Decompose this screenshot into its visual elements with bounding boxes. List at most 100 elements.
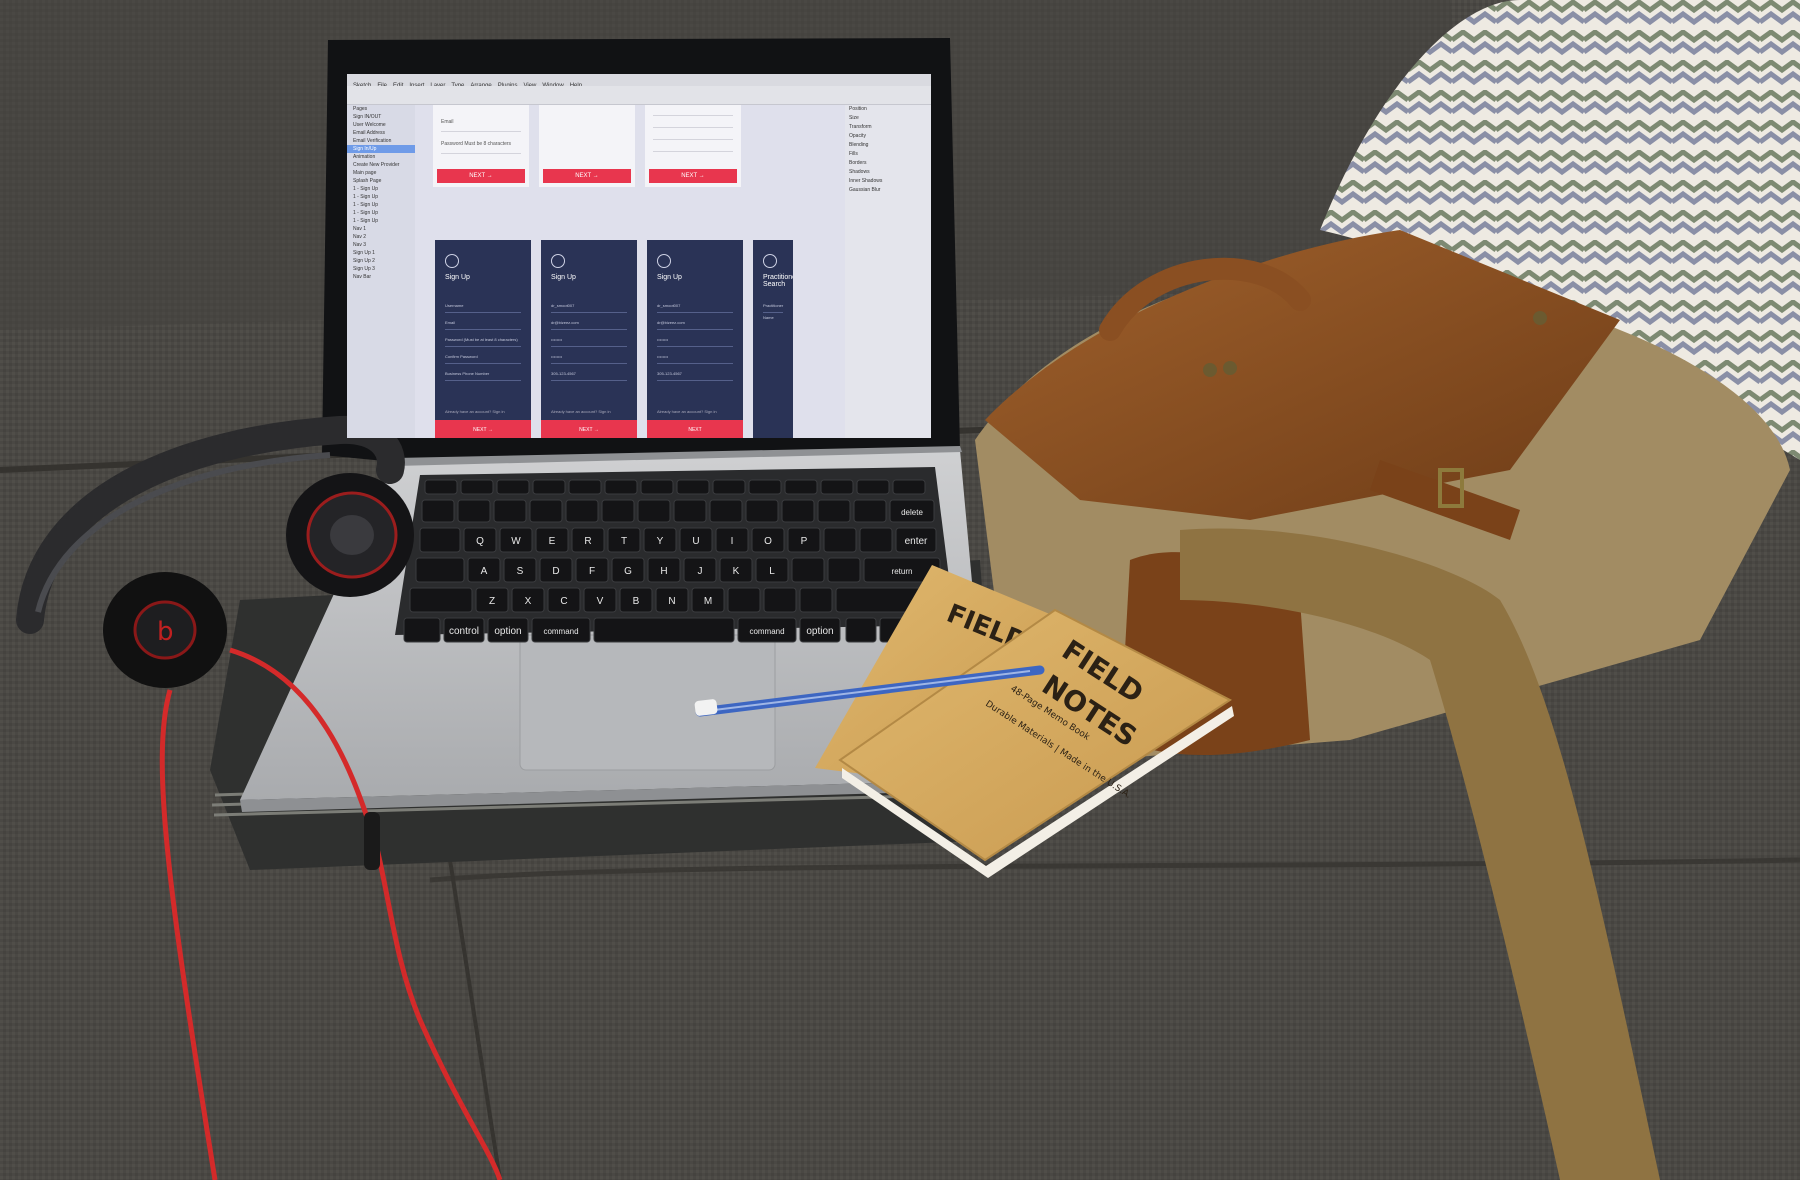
signin-link[interactable]: Already have an account? Sign in — [551, 409, 627, 414]
keyboard-key[interactable]: H — [647, 557, 681, 583]
keyboard-key[interactable] — [763, 587, 797, 613]
form-field[interactable]: dr@bizeez.com — [657, 317, 733, 330]
keyboard-key[interactable]: W — [499, 527, 533, 553]
keyboard-key[interactable] — [799, 587, 833, 613]
form-field[interactable]: dr@bizeez.com — [551, 317, 627, 330]
keyboard-key[interactable]: control — [443, 617, 485, 643]
keyboard-key[interactable] — [593, 617, 735, 643]
keyboard-key[interactable] — [827, 557, 861, 583]
next-button[interactable]: NEXT → — [437, 169, 525, 183]
keyboard-key[interactable] — [604, 479, 638, 495]
keyboard-key[interactable] — [493, 499, 527, 523]
keyboard-key[interactable] — [419, 527, 461, 553]
layer-row[interactable]: 1 - Sign Up — [347, 209, 415, 217]
layer-row[interactable]: Sign In/Up — [347, 145, 415, 153]
keyboard-key[interactable]: F — [575, 557, 609, 583]
keyboard-key[interactable]: R — [571, 527, 605, 553]
next-button[interactable]: NEXT → — [435, 420, 531, 438]
inspector-row[interactable]: Borders — [845, 159, 931, 168]
inspector-row[interactable]: Inner Shadows — [845, 177, 931, 186]
form-field[interactable]: Business Phone Number — [445, 368, 521, 381]
artboard-top-3[interactable]: NEXT → — [645, 105, 741, 187]
artboard-top-1[interactable]: Email Password Must be 8 characters NEXT… — [433, 105, 529, 187]
form-field[interactable]: Email — [445, 317, 521, 330]
keyboard-key[interactable] — [823, 527, 857, 553]
keyboard-key[interactable] — [859, 527, 893, 553]
keyboard-key[interactable]: G — [611, 557, 645, 583]
keyboard-key[interactable] — [460, 479, 494, 495]
form-field[interactable]: dr_smoot007 — [551, 300, 627, 313]
keyboard-key[interactable] — [676, 479, 710, 495]
keyboard-key[interactable]: A — [467, 557, 501, 583]
next-button[interactable]: NEXT → — [649, 169, 737, 183]
keyboard-key[interactable] — [529, 499, 563, 523]
keyboard-key[interactable] — [712, 479, 746, 495]
layer-row[interactable]: Sign Up 2 — [347, 257, 415, 265]
layer-row[interactable]: User Welcome — [347, 121, 415, 129]
form-field[interactable]: •••••••• — [657, 351, 733, 364]
keyboard-key[interactable] — [532, 479, 566, 495]
keyboard-key[interactable]: Q — [463, 527, 497, 553]
inspector-row[interactable]: Opacity — [845, 132, 931, 141]
layer-row[interactable]: Main page — [347, 169, 415, 177]
keyboard-key[interactable] — [409, 587, 473, 613]
signin-link[interactable]: Already have an account? Sign in — [445, 409, 521, 414]
form-field[interactable]: Username — [445, 300, 521, 313]
keyboard-key[interactable]: T — [607, 527, 641, 553]
keyboard-key[interactable]: C — [547, 587, 581, 613]
keyboard-key[interactable]: S — [503, 557, 537, 583]
keyboard-key[interactable] — [601, 499, 635, 523]
keyboard-key[interactable] — [640, 479, 674, 495]
layer-row[interactable]: Email Address — [347, 129, 415, 137]
inspector-row[interactable]: Shadows — [845, 168, 931, 177]
keyboard-key[interactable] — [709, 499, 743, 523]
keyboard-key[interactable]: Y — [643, 527, 677, 553]
keyboard-key[interactable] — [784, 479, 818, 495]
form-field[interactable]: Practitioner Name — [763, 300, 783, 320]
inspector-row[interactable]: Gaussian Blur — [845, 186, 931, 195]
signup-artboard[interactable]: Sign Up Username Email Password (Must be at… — [435, 240, 531, 438]
keyboard-key[interactable] — [845, 617, 877, 643]
form-field[interactable]: Confirm Password — [445, 351, 521, 364]
form-field[interactable]: Password (Must be at least 8 characters) — [445, 334, 521, 347]
layer-row[interactable]: Sign IN/OUT — [347, 113, 415, 121]
keyboard-key[interactable] — [781, 499, 815, 523]
keyboard-key[interactable] — [673, 499, 707, 523]
layer-row[interactable]: Nav 1 — [347, 225, 415, 233]
keyboard-key[interactable]: N — [655, 587, 689, 613]
keyboard-key[interactable] — [424, 479, 458, 495]
signup-artboard[interactable]: Sign Up dr_smoot007 dr@bizeez.com •••••••• •… — [647, 240, 743, 438]
keyboard-key[interactable] — [745, 499, 779, 523]
keyboard-key[interactable]: V — [583, 587, 617, 613]
keyboard-key[interactable] — [817, 499, 851, 523]
next-button[interactable]: NEXT → — [543, 169, 631, 183]
keyboard-key[interactable]: option — [487, 617, 529, 643]
sketch-toolbar[interactable] — [347, 86, 931, 105]
keyboard-key[interactable]: B — [619, 587, 653, 613]
keyboard-key[interactable] — [856, 479, 890, 495]
keyboard-key[interactable]: E — [535, 527, 569, 553]
keyboard-key[interactable]: P — [787, 527, 821, 553]
keyboard-key[interactable] — [565, 499, 599, 523]
layer-row[interactable]: Pages — [347, 105, 415, 113]
layer-row[interactable]: Splash Page — [347, 177, 415, 185]
keyboard-key[interactable]: K — [719, 557, 753, 583]
keyboard-key[interactable]: command — [531, 617, 591, 643]
layer-row[interactable]: 1 - Sign Up — [347, 185, 415, 193]
keyboard-key[interactable] — [727, 587, 761, 613]
keyboard-key[interactable] — [568, 479, 602, 495]
keyboard-key[interactable]: J — [683, 557, 717, 583]
inspector-row[interactable]: Blending — [845, 141, 931, 150]
layer-row[interactable]: Nav Bar — [347, 273, 415, 281]
layer-row[interactable]: Nav 2 — [347, 233, 415, 241]
keyboard-key[interactable]: enter — [895, 527, 937, 553]
layer-row[interactable]: Sign Up 3 — [347, 265, 415, 273]
keyboard-key[interactable] — [853, 499, 887, 523]
next-button[interactable]: NEXT — [647, 420, 743, 438]
keyboard-key[interactable] — [637, 499, 671, 523]
form-field[interactable]: 305-123-4567 — [657, 368, 733, 381]
keyboard-key[interactable] — [415, 557, 465, 583]
keyboard-key[interactable] — [748, 479, 782, 495]
keyboard-key[interactable]: X — [511, 587, 545, 613]
keyboard-key[interactable]: option — [799, 617, 841, 643]
